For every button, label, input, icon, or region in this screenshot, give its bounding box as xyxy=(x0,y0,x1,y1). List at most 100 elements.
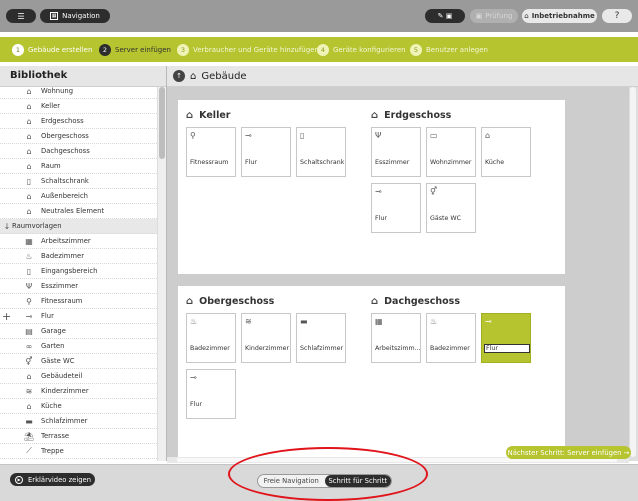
edit-icon: ✎ ▣ xyxy=(437,12,453,20)
terrace-icon: ⛱ xyxy=(23,431,35,441)
library-item[interactable]: ▯ Eingangsbereich xyxy=(0,264,157,279)
room-label: Flur xyxy=(245,159,257,166)
home-icon: ⌂ xyxy=(26,87,32,96)
step-label: Verbraucher und Geräte hinzufügen xyxy=(193,45,319,54)
step-label: Geräte konfigurieren xyxy=(333,45,406,54)
step-1[interactable]: 1 Gebäude erstellen xyxy=(12,43,92,56)
garage-icon: ▤ xyxy=(25,326,33,336)
room-card[interactable]: ⌂ Küche xyxy=(481,127,531,177)
library-item[interactable]: ▯ Schaltschrank xyxy=(0,174,157,189)
library-item[interactable]: ≋ Kinderzimmer xyxy=(0,384,157,399)
step-4[interactable]: 4 Geräte konfigurieren xyxy=(317,43,406,56)
dining-icon: Ψ xyxy=(25,281,33,291)
library-item[interactable]: ⌂ Erdgeschoss xyxy=(0,114,157,129)
floor-title: ⌂ Obergeschoss xyxy=(186,296,274,307)
hallway-icon: ⊸ xyxy=(190,373,197,382)
library-list: ⌂ Wohnung ⌂ Keller ⌂ Erdgeschoss ⌂ Obergeschoss… xyxy=(0,87,166,461)
library-item-label: Schlafzimmer xyxy=(41,417,88,425)
library-item[interactable]: ⌂ Gebäudeteil xyxy=(0,369,157,384)
room-card[interactable]: ⚲ Fitnessraum xyxy=(186,127,236,177)
floor-panel[interactable]: ⌂ Dachgeschoss ▦ Arbeitszimm... ♨ Badezimmer ⊸… xyxy=(363,286,565,461)
navigation-button[interactable]: ▦ Navigation xyxy=(40,9,110,23)
building-icon: ⌂ xyxy=(190,70,197,82)
library-item[interactable]: ⌂ Küche xyxy=(0,399,157,414)
library-item[interactable]: ▦ Arbeitszimmer xyxy=(0,234,157,249)
floor-icon: ⌂ xyxy=(371,296,379,307)
library-item[interactable]: ⌂ Wohnung xyxy=(0,87,157,99)
step-2[interactable]: 2 Server einfügen xyxy=(99,43,171,56)
library-item-label: Außenbereich xyxy=(41,192,88,200)
cabinet-icon: ▯ xyxy=(26,176,32,186)
room-card[interactable]: Ψ Esszimmer xyxy=(371,127,421,177)
room-card[interactable]: ▦ Arbeitszimm... xyxy=(371,313,421,363)
library-item[interactable]: ∞ Garten xyxy=(0,339,157,354)
library-item[interactable]: + ⊸ Flur xyxy=(0,309,157,324)
scroll-thumb[interactable] xyxy=(630,87,636,457)
library-scrollbar[interactable] xyxy=(157,87,166,461)
room-card[interactable]: ♨ Badezimmer xyxy=(186,313,236,363)
help-button[interactable]: ? xyxy=(602,9,632,23)
video-button[interactable]: ▶ Erklärvideo zeigen xyxy=(10,473,95,486)
inbetriebnahme-button[interactable]: ⌂ Inbetriebnahme xyxy=(522,9,597,23)
library-item[interactable]: ▭Wohnzimmer xyxy=(0,459,157,461)
next-step-button[interactable]: Nächster Schritt: Server einfügen → xyxy=(506,446,631,459)
guest-wc-icon: ⚥ xyxy=(430,187,438,196)
floor-title-label: Erdgeschoss xyxy=(384,110,452,121)
library-item-label: Arbeitszimmer xyxy=(41,237,91,245)
check-icon: ▣ xyxy=(475,12,483,20)
step-5[interactable]: 5 Benutzer anlegen xyxy=(410,43,488,56)
stairs-icon: ⟋ xyxy=(26,446,32,455)
scroll-thumb[interactable] xyxy=(159,87,165,159)
pruefung-button[interactable]: ▣ Prüfung xyxy=(470,9,518,23)
library-item[interactable]: ⌂ Keller xyxy=(0,99,157,114)
library-item[interactable]: ⌂ Obergeschoss xyxy=(0,129,157,144)
step-label: Gebäude erstellen xyxy=(28,45,93,54)
library-item-label: Erdgeschoss xyxy=(41,117,84,125)
room-card[interactable]: ≋ Kinderzimmer xyxy=(241,313,291,363)
library-item[interactable]: ⛱ Terrasse xyxy=(0,429,157,444)
library-item-label: Schaltschrank xyxy=(41,177,89,185)
library-item-label: Dachgeschoss xyxy=(41,147,90,155)
room-label: Flur xyxy=(190,401,202,408)
library-item[interactable]: ↓ Raumvorlagen xyxy=(0,219,157,234)
step-3[interactable]: 3 Verbraucher und Geräte hinzufügen xyxy=(177,43,319,56)
inbetriebnahme-label: Inbetriebnahme xyxy=(531,12,595,20)
library-item[interactable]: ⌂ Außenbereich xyxy=(0,189,157,204)
floor-panel[interactable]: ⌂ Keller ⚲ Fitnessraum ⊸ Flur ▯ Schaltschrank xyxy=(178,100,370,274)
kitchen-icon: ⌂ xyxy=(485,131,491,140)
library-item[interactable]: ♨ Badezimmer xyxy=(0,249,157,264)
library-item-label: Gäste WC xyxy=(41,357,75,365)
library-item[interactable]: ⌂ Raum xyxy=(0,159,157,174)
step-number: 3 xyxy=(177,43,189,56)
library-item[interactable]: Ψ Esszimmer xyxy=(0,279,157,294)
library-item[interactable]: ⌂ Dachgeschoss xyxy=(0,144,157,159)
room-card[interactable]: ⊸ Flur xyxy=(241,127,291,177)
room-label: Küche xyxy=(485,159,505,166)
bedroom-icon: ▬ xyxy=(300,317,308,326)
main-scrollbar[interactable] xyxy=(629,87,638,461)
living-room-icon: ▭ xyxy=(430,131,438,140)
library-item[interactable]: ⌂ Neutrales Element xyxy=(0,204,157,219)
room-card[interactable]: ⊸ Flur xyxy=(186,369,236,419)
room-card[interactable]: ▯ Schaltschrank xyxy=(296,127,346,177)
library-item[interactable]: ▬ Schlafzimmer xyxy=(0,414,157,429)
room-card[interactable]: ▬ Schlafzimmer xyxy=(296,313,346,363)
room-card[interactable]: ⊸ Flur xyxy=(371,183,421,233)
up-arrow-icon[interactable]: ↑ xyxy=(173,70,185,82)
room-name-input[interactable]: Flur xyxy=(484,344,530,353)
room-card[interactable]: ⚥ Gäste WC xyxy=(426,183,476,233)
room-card[interactable]: ⊸ Flur xyxy=(481,313,531,363)
navigation-icon: ▦ xyxy=(50,12,59,20)
menu-button[interactable]: ☰ xyxy=(6,9,36,23)
edit-button[interactable]: ✎ ▣ xyxy=(425,9,465,23)
library-item[interactable]: ⟋ Treppe xyxy=(0,444,157,459)
plus-icon[interactable]: + xyxy=(2,310,11,323)
library-item[interactable]: ⚥ Gäste WC xyxy=(0,354,157,369)
room-card[interactable]: ♨ Badezimmer xyxy=(426,313,476,363)
room-card[interactable]: ▭ Wohnzimmer xyxy=(426,127,476,177)
floor-panel[interactable]: ⌂ Obergeschoss ♨ Badezimmer ≋ Kinderzimmer ▬ Sc… xyxy=(178,286,370,461)
library-item[interactable]: ⚲ Fitnessraum xyxy=(0,294,157,309)
basement-icon: ⌂ xyxy=(26,101,32,111)
floor-panel[interactable]: ⌂ Erdgeschoss Ψ Esszimmer ▭ Wohnzimmer ⌂ Küche ⊸… xyxy=(363,100,565,274)
library-item[interactable]: ▤ Garage xyxy=(0,324,157,339)
